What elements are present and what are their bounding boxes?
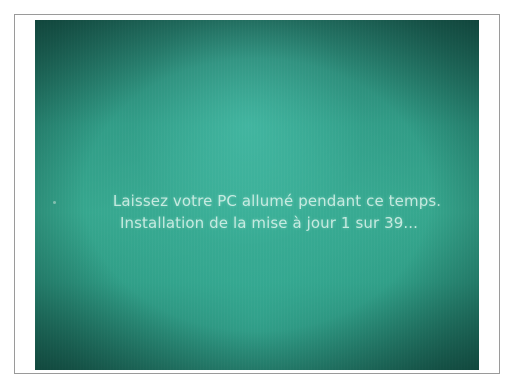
update-progress-text: Installation de la mise à jour 1 sur 39.… <box>120 214 418 232</box>
update-message: Laissez votre PC allumé pendant ce temps… <box>35 190 479 234</box>
photo-frame: Laissez votre PC allumé pendant ce temps… <box>14 14 500 374</box>
keep-pc-on-text: Laissez votre PC allumé pendant ce temps… <box>112 192 442 210</box>
update-screen: Laissez votre PC allumé pendant ce temps… <box>35 20 479 370</box>
